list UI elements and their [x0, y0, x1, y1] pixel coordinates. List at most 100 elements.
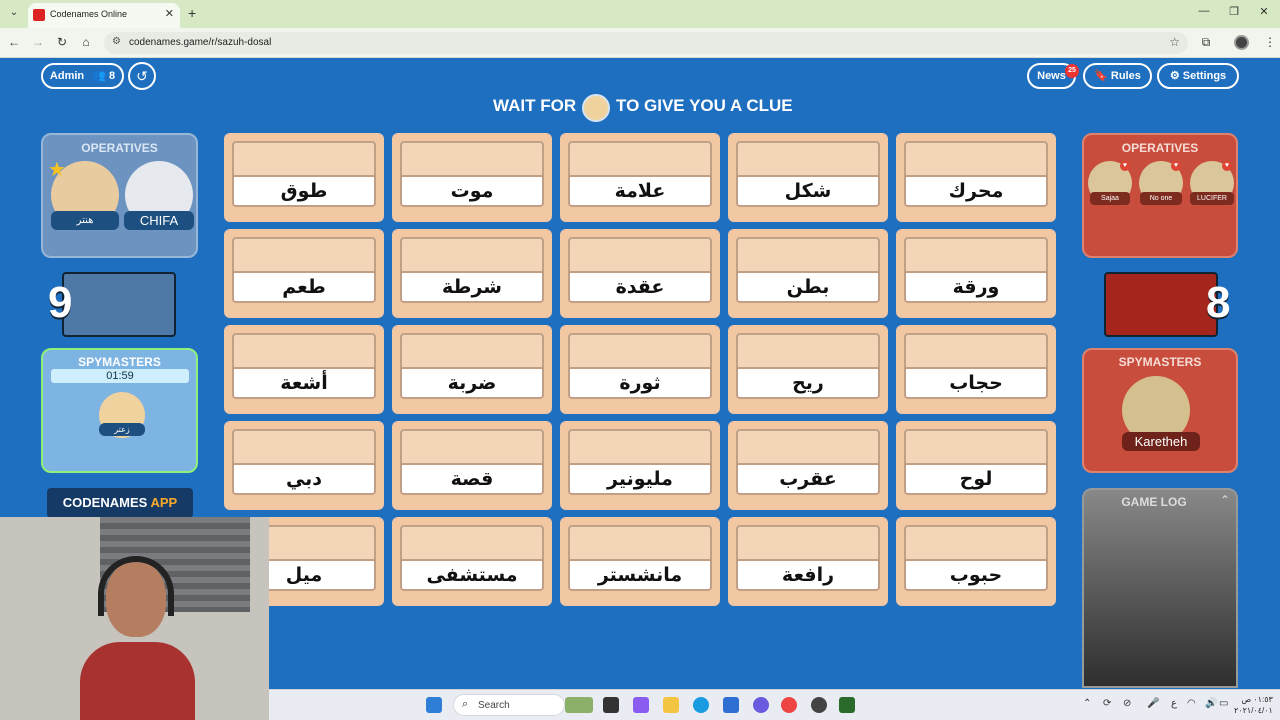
word-card[interactable]: مليونير [560, 421, 720, 510]
word-card[interactable]: حجاب [896, 325, 1056, 414]
reload-icon[interactable]: ↻ [54, 35, 70, 49]
network-off-icon[interactable]: ⊘ [1123, 698, 1131, 709]
minimize-icon[interactable]: — [1194, 5, 1214, 17]
file-explorer-icon[interactable] [663, 697, 679, 713]
card-word: ثورة [568, 367, 712, 399]
battery-icon[interactable]: ▭ [1219, 698, 1228, 709]
tab-close-icon[interactable]: ✕ [165, 7, 174, 20]
chevron-up-icon[interactable]: ⌃ [1220, 493, 1230, 507]
word-card[interactable]: علامة [560, 133, 720, 222]
word-card[interactable]: طوق [224, 133, 384, 222]
taskbar-clock[interactable]: ٠١:٥٣ ص ٢٠٢١/٠٤/٠١ [1234, 694, 1273, 716]
word-card[interactable]: أشعة [224, 325, 384, 414]
copilot-icon[interactable] [633, 697, 649, 713]
microphone-icon[interactable]: 🎤 [1147, 698, 1159, 709]
word-card[interactable]: حبوب [896, 517, 1056, 606]
sync-icon[interactable]: ⟳ [1103, 698, 1111, 709]
red-spymasters-panel: SPYMASTERS Karetheh [1082, 348, 1238, 473]
game-log-panel[interactable]: GAME LOG ⌃ [1082, 488, 1238, 688]
card-header [400, 333, 544, 369]
window-close-icon[interactable]: ✕ [1254, 5, 1274, 18]
blue-spymasters-title: SPYMASTERS [78, 355, 161, 369]
card-header [232, 333, 376, 369]
word-card[interactable]: عقدة [560, 229, 720, 318]
new-tab-plus-icon[interactable]: + [188, 5, 196, 21]
terminal-icon[interactable] [839, 697, 855, 713]
word-card[interactable]: طعم [224, 229, 384, 318]
blue-agent-card-image [62, 272, 176, 337]
tray-chevron-icon[interactable]: ⌃ [1083, 698, 1091, 709]
home-icon[interactable]: ⌂ [78, 35, 94, 49]
bookmark-star-icon[interactable]: ☆ [1169, 35, 1180, 49]
card-header [736, 429, 880, 465]
word-card[interactable]: بطن [728, 229, 888, 318]
clue-message-suffix: TO GIVE YOU A CLUE [616, 96, 793, 115]
card-header [232, 237, 376, 273]
card-header [232, 429, 376, 465]
obs-icon[interactable] [811, 697, 827, 713]
profile-avatar[interactable] [1234, 35, 1249, 50]
headset [98, 556, 174, 616]
word-card[interactable]: ورقة [896, 229, 1056, 318]
turn-timer: 01:59 [51, 369, 189, 383]
restore-icon[interactable]: ❐ [1224, 5, 1244, 18]
word-card[interactable]: شكل [728, 133, 888, 222]
red-operatives-panel: OPERATIVES ♥ ♥ ♥ Sajaa No one LUCIFER [1082, 133, 1238, 258]
word-card[interactable]: موت [392, 133, 552, 222]
card-word: شكل [736, 175, 880, 207]
codenames-app-banner[interactable]: CODENAMES APP [47, 488, 193, 518]
store-icon[interactable] [723, 697, 739, 713]
word-card[interactable]: محرك [896, 133, 1056, 222]
task-view-icon[interactable] [603, 697, 619, 713]
card-word: عقدة [568, 271, 712, 303]
widget-icon[interactable] [565, 697, 593, 713]
red-agent-card-image [1104, 272, 1218, 337]
forward-arrow-icon[interactable]: → [30, 35, 46, 49]
wifi-icon[interactable]: ◠ [1187, 698, 1196, 709]
spymaster-name: Karetheh [1122, 432, 1200, 451]
taskbar-search[interactable]: ⌕ Search [453, 694, 565, 716]
card-header [736, 333, 880, 369]
card-header [232, 141, 376, 177]
windows-start-icon[interactable] [426, 697, 442, 713]
word-card[interactable]: مانشستر [560, 517, 720, 606]
word-board: طوق موت علامة شكل محرك طعم شرطة عقدة بطن ورقة أشعة… [224, 133, 1056, 607]
word-card[interactable]: ثورة [560, 325, 720, 414]
word-card[interactable]: رافعة [728, 517, 888, 606]
volume-icon[interactable]: 🔊 [1205, 698, 1217, 709]
chrome-icon[interactable] [781, 697, 797, 713]
webcam-overlay [0, 517, 269, 720]
player-count: 8 [108, 70, 116, 82]
rules-button[interactable]: 🔖 Rules [1083, 63, 1152, 89]
red-operatives-title: OPERATIVES [1121, 141, 1199, 155]
card-word: لوح [904, 463, 1048, 495]
extensions-icon[interactable]: ⧉ [1198, 35, 1214, 50]
site-info-icon[interactable]: ⚙ [112, 36, 121, 47]
word-card[interactable]: ريح [728, 325, 888, 414]
blue-operatives-title: OPERATIVES [81, 141, 158, 155]
edge-icon[interactable] [693, 697, 709, 713]
card-header [904, 141, 1048, 177]
back-arrow-icon[interactable]: ← [6, 35, 22, 49]
settings-button[interactable]: ⚙ Settings [1157, 63, 1239, 89]
keyboard-language[interactable]: ع [1171, 698, 1177, 709]
word-card[interactable]: ضربة [392, 325, 552, 414]
card-word: علامة [568, 175, 712, 207]
word-card[interactable]: عقرب [728, 421, 888, 510]
word-card[interactable]: قصة [392, 421, 552, 510]
word-card[interactable]: لوح [896, 421, 1056, 510]
admin-button[interactable]: Admin 👥 8 [41, 63, 124, 89]
browser-menu-icon[interactable]: ⋮ [1262, 35, 1278, 49]
browser-tab[interactable]: Codenames Online ✕ [28, 3, 180, 28]
reset-icon[interactable]: ↺ [128, 62, 156, 90]
card-header [400, 141, 544, 177]
card-header [568, 333, 712, 369]
word-card[interactable]: دبي [224, 421, 384, 510]
card-header [568, 237, 712, 273]
tab-list-chevron-icon[interactable]: ⌄ [6, 5, 22, 21]
address-bar[interactable]: ⚙ codenames.game/r/sazuh-dosal ☆ [104, 32, 1188, 54]
discord-icon[interactable] [753, 697, 769, 713]
word-card[interactable]: شرطة [392, 229, 552, 318]
blue-operatives-panel: OPERATIVES ★ هنتر CHIFA [41, 133, 198, 258]
word-card[interactable]: مستشفى [392, 517, 552, 606]
